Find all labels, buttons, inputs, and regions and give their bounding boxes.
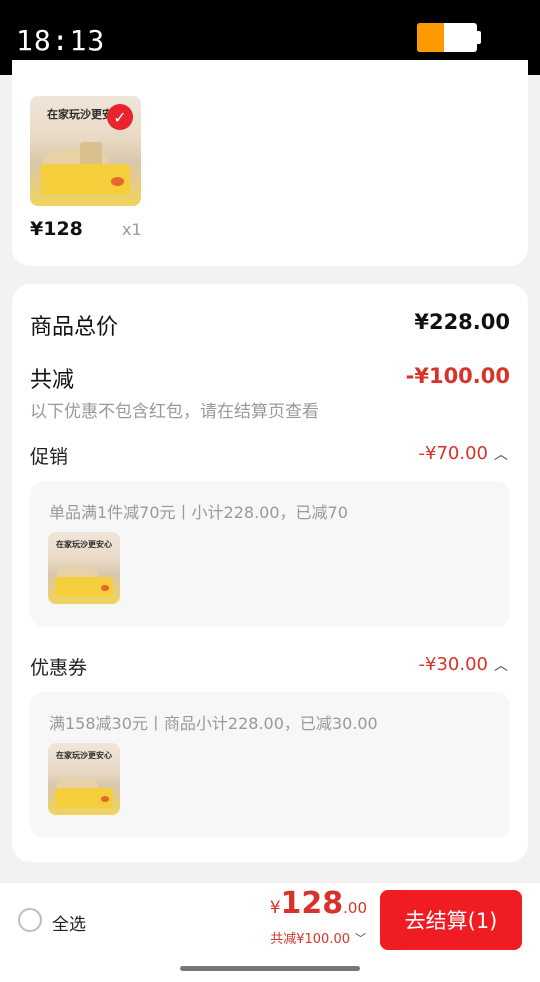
promotion-label: 促销	[30, 446, 69, 468]
chevron-up-icon: ︿	[494, 657, 508, 674]
coupon-detail: 满158减30元丨商品小计228.00，已减30.00	[49, 714, 378, 733]
discount-note: 以下优惠不包含红包，请在结算页查看	[30, 402, 319, 422]
promotion-value: -¥70.00	[418, 443, 488, 464]
battery-nub	[477, 31, 481, 44]
battery-icon	[417, 23, 477, 52]
check-icon[interactable]: ✓	[107, 104, 133, 130]
checkout-button[interactable]: 去结算(1)	[380, 890, 522, 950]
coupon-thumbnail-headline: 在家玩沙更安心	[56, 751, 112, 760]
total-price-value: ¥228.00	[414, 310, 510, 334]
discount-summary-toggle[interactable]: 共减¥100.00 ﹀	[270, 928, 366, 948]
bottom-total: ¥ 128 .00	[270, 886, 367, 921]
coupon-value: -¥30.00	[418, 654, 488, 675]
discount-label: 共减	[30, 368, 75, 393]
coupon-toggle[interactable]: -¥30.00 ︿	[419, 654, 508, 675]
bottom-discount-summary: 共减¥100.00	[270, 932, 350, 947]
coupon-label: 优惠券	[30, 657, 88, 679]
coupon-product-thumbnail: 在家玩沙更安心	[48, 743, 120, 815]
bottom-total-decimal: .00	[343, 899, 367, 917]
bottom-total-integer: 128	[280, 886, 344, 921]
promotion-thumbnail-headline: 在家玩沙更安心	[56, 540, 112, 549]
promotion-toggle[interactable]: -¥70.00 ︿	[419, 443, 508, 464]
select-all-radio-icon[interactable]	[18, 908, 42, 932]
bottom-total-currency: ¥	[269, 898, 281, 918]
promotion-detail: 单品满1件减70元丨小计228.00，已减70	[49, 503, 348, 522]
select-all-label[interactable]: 全选	[52, 910, 86, 935]
chevron-up-icon: ︿	[494, 446, 508, 463]
battery-level	[417, 23, 444, 52]
promotion-product-thumbnail: 在家玩沙更安心	[48, 532, 120, 604]
item-quantity: x1	[122, 220, 142, 239]
discount-value: -¥100.00	[405, 364, 510, 388]
chevron-down-icon: ﹀	[355, 931, 366, 945]
total-price-label: 商品总价	[30, 315, 119, 340]
home-indicator	[180, 966, 360, 971]
item-price: ¥128	[30, 218, 83, 240]
status-time: 18:13	[16, 24, 106, 57]
